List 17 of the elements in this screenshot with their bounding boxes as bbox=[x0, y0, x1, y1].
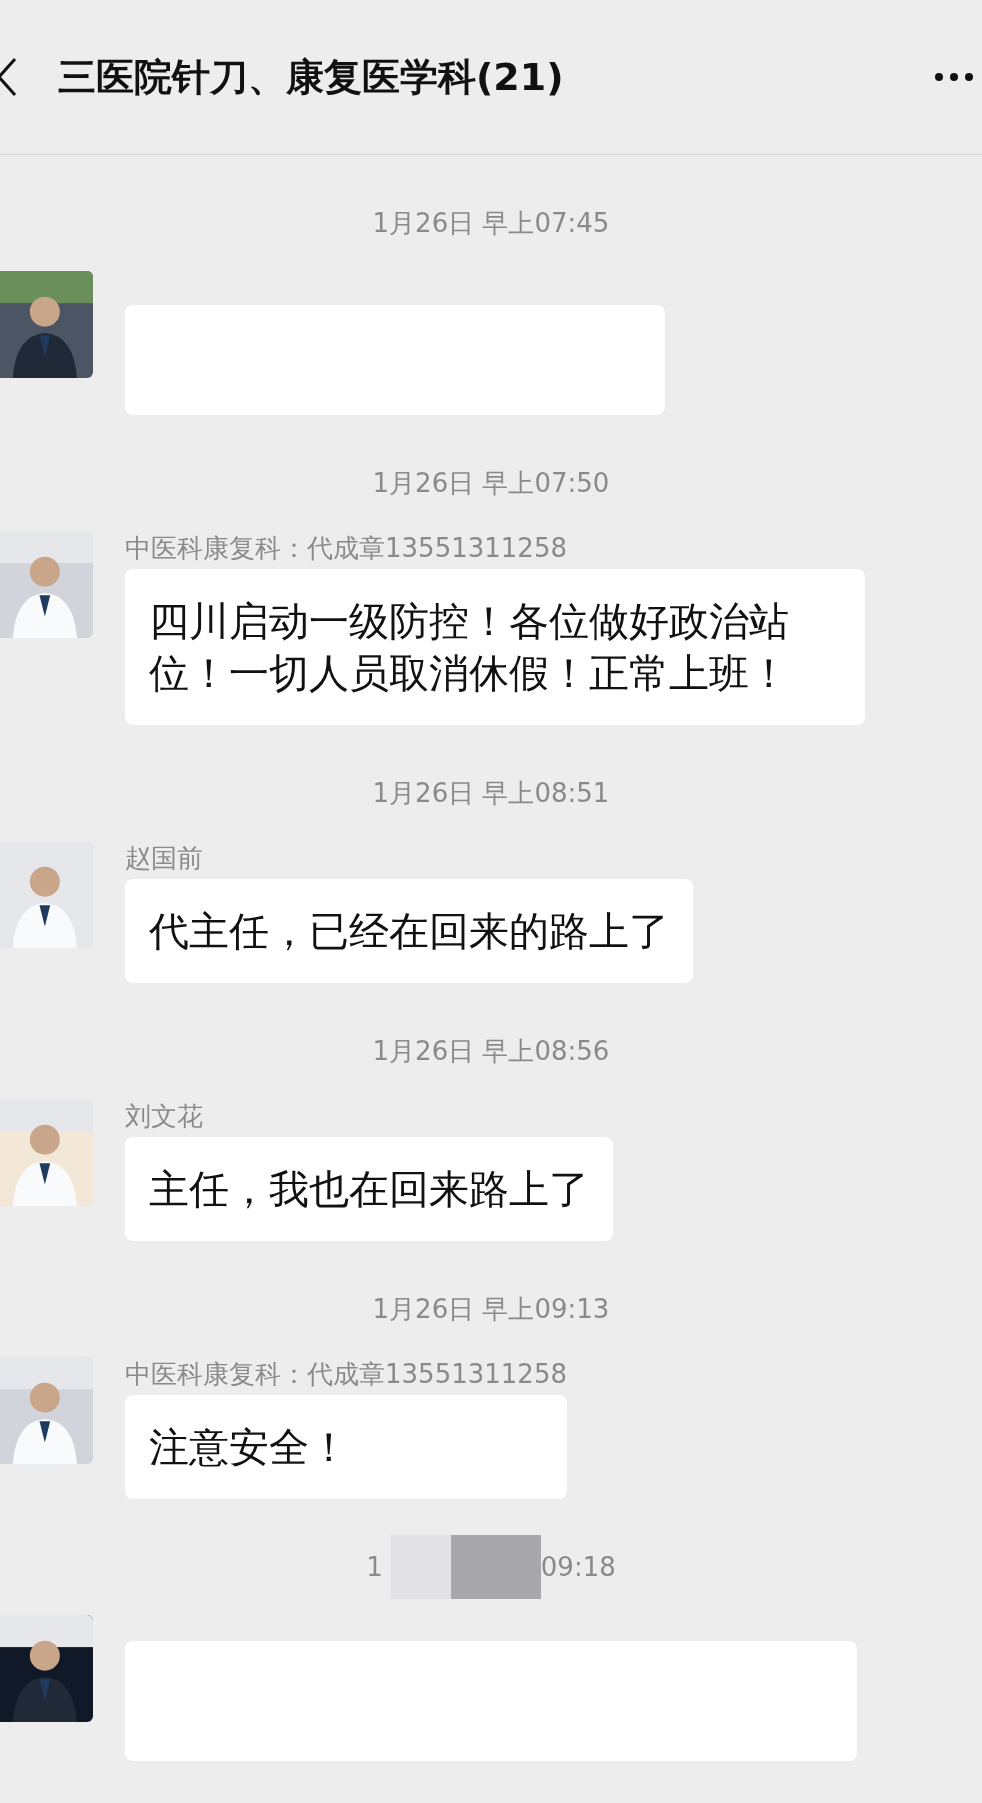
message-bubble: 注意安全！ bbox=[125, 1395, 567, 1499]
timestamp: 1月26日 早上07:45 bbox=[372, 206, 610, 240]
sender-name: 赵国前 bbox=[125, 845, 204, 871]
message-bubble: 代主任，已经在回来的路上了 bbox=[125, 879, 693, 983]
more-icon[interactable] bbox=[934, 72, 974, 82]
timestamp: 1月26日 早上07:50 bbox=[372, 466, 610, 500]
sender-name: 刘文花 bbox=[125, 1103, 204, 1129]
chat-title: 三医院针刀、康复医学科(21) bbox=[58, 53, 564, 101]
timestamp: 1月26日 早上08:51 bbox=[372, 776, 610, 810]
message-bubble: 主任，我也在回来路上了 bbox=[125, 1137, 613, 1241]
timestamp: 1月26日 早上09:13 bbox=[372, 1292, 610, 1326]
back-icon[interactable] bbox=[0, 57, 18, 97]
sender-name: 中医科康复科：代成章13551311258 bbox=[125, 1361, 567, 1387]
timestamp: 1 09:18 bbox=[366, 1535, 616, 1599]
message-bubble: 四川启动一级防控！各位做好政治站位！一切人员取消休假！正常上班！ bbox=[125, 569, 865, 725]
timestamp: 1月26日 早上08:56 bbox=[372, 1034, 610, 1068]
sender-name: 中医科康复科：代成章13551311258 bbox=[125, 535, 568, 561]
